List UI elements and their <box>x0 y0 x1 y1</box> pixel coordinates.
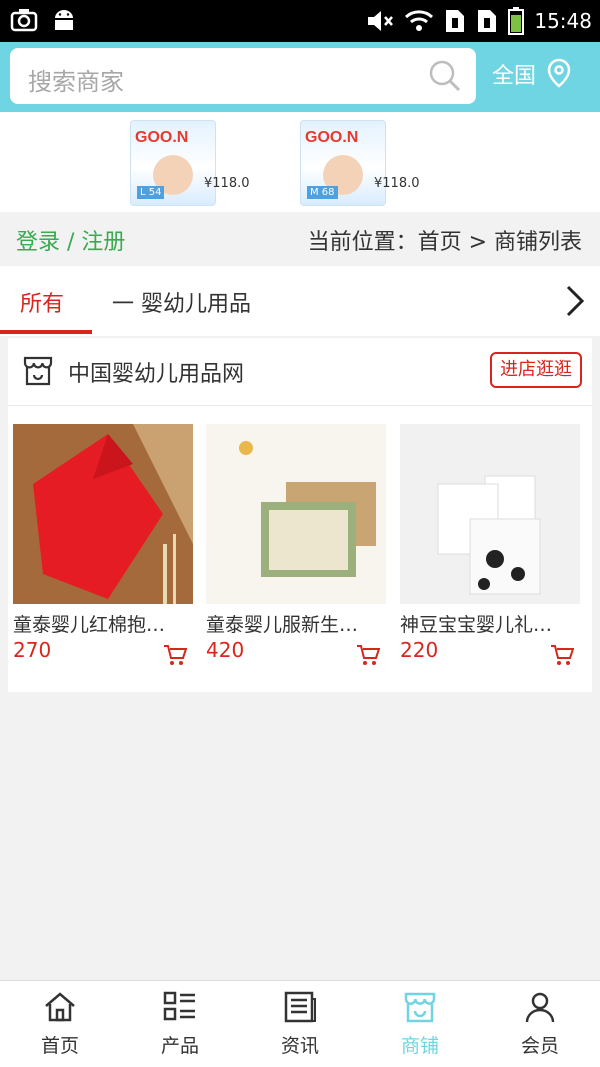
store-card: 中国婴幼儿用品网 进店逛逛 童泰婴儿红棉抱… 270 童泰婴儿服新生… 420 … <box>8 338 592 692</box>
nav-news[interactable]: 资讯 <box>240 991 360 1058</box>
product-card[interactable]: 童泰婴儿红棉抱… 270 <box>13 424 193 665</box>
info-row: 登录 / 注册 当前位置：首页 > 商铺列表 <box>0 212 600 266</box>
active-tab-indicator <box>0 330 92 334</box>
login-register-link[interactable]: 登录 / 注册 <box>16 224 125 256</box>
product-image[interactable] <box>206 424 386 604</box>
store-name: 中国婴幼儿用品网 <box>68 362 245 387</box>
wifi-icon <box>405 10 434 31</box>
home-icon <box>45 992 75 1022</box>
product-name[interactable]: 童泰婴儿红棉抱… <box>13 610 193 637</box>
category-tabs: 所有 一 婴幼儿用品 <box>0 266 600 336</box>
product-price: 220 <box>400 638 439 662</box>
store-header[interactable]: 中国婴幼儿用品网 进店逛逛 <box>8 338 592 406</box>
mute-icon <box>368 11 394 31</box>
product-card[interactable]: 童泰婴儿服新生… 420 <box>206 424 386 665</box>
product-card[interactable]: 神豆宝宝婴儿礼… 220 <box>400 424 580 665</box>
news-icon <box>284 991 316 1023</box>
sim1-icon <box>446 10 465 32</box>
camera-icon <box>10 9 38 32</box>
nav-member[interactable]: 会员 <box>480 991 600 1058</box>
member-icon <box>525 992 555 1023</box>
products-icon <box>163 991 195 1021</box>
battery-icon <box>508 7 525 35</box>
product-image[interactable] <box>13 424 193 604</box>
product-image[interactable] <box>400 424 580 604</box>
banner-price: ¥118.0 <box>374 176 420 191</box>
product-name[interactable]: 童泰婴儿服新生… <box>206 610 386 637</box>
cart-icon[interactable] <box>550 644 574 666</box>
enter-store-button[interactable]: 进店逛逛 <box>490 352 582 388</box>
product-name[interactable]: 神豆宝宝婴儿礼… <box>400 610 580 637</box>
region-label: 全国 <box>492 64 537 89</box>
breadcrumb: 当前位置：首页 > 商铺列表 <box>307 230 582 255</box>
chevron-right-icon[interactable] <box>564 284 586 318</box>
cart-icon[interactable] <box>356 644 380 666</box>
store-icon <box>23 356 53 386</box>
banner-price: ¥118.0 <box>204 176 250 191</box>
location-pin-icon <box>547 58 571 88</box>
clock: 15:48 <box>534 9 592 33</box>
search-icon[interactable] <box>428 59 462 93</box>
tab-all[interactable]: 所有 <box>20 286 64 318</box>
cart-icon[interactable] <box>163 644 187 666</box>
product-price: 270 <box>13 638 52 662</box>
search-input[interactable]: 搜索商家 <box>10 48 476 104</box>
top-bar: 搜索商家 全国 <box>0 42 600 112</box>
android-icon <box>55 10 73 30</box>
status-bar: 15:48 <box>0 0 600 42</box>
tab-baby-products[interactable]: 一 婴幼儿用品 <box>112 286 251 318</box>
sim2-icon <box>478 10 497 32</box>
product-price: 420 <box>206 638 245 662</box>
diaper-pack-image: GOO.N L 54 <box>130 120 216 206</box>
nav-products[interactable]: 产品 <box>120 991 240 1058</box>
nav-shops[interactable]: 商铺 <box>360 991 480 1058</box>
promo-banner[interactable]: GOO.N L 54 ¥118.0 GOO.N M 68 ¥118.0 <box>0 112 600 212</box>
shop-icon <box>404 992 436 1023</box>
search-placeholder: 搜索商家 <box>28 68 124 96</box>
diaper-pack-image: GOO.N M 68 <box>300 120 386 206</box>
region-selector[interactable]: 全国 <box>492 58 574 90</box>
bottom-nav: 首页 产品 资讯 商铺 会员 <box>0 980 600 1067</box>
nav-home[interactable]: 首页 <box>0 991 120 1058</box>
